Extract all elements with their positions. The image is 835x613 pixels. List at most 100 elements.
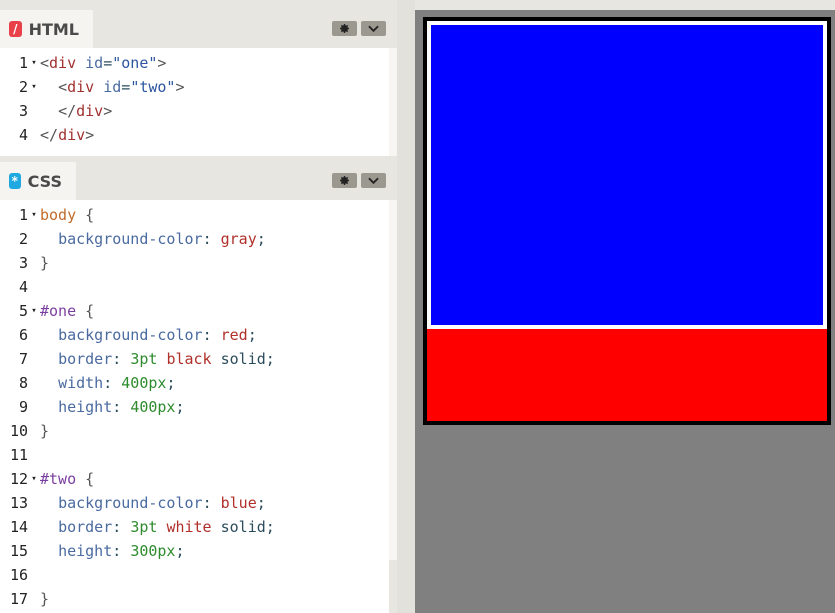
code-line[interactable]: 11 <box>0 443 389 467</box>
code-text: background-color: blue; <box>40 491 266 515</box>
gear-icon <box>340 24 349 33</box>
code-line[interactable]: 14 border: 3pt white solid; <box>0 515 389 539</box>
line-number: 8 <box>18 374 28 392</box>
gear-icon <box>340 176 349 185</box>
line-number: 6 <box>18 326 28 344</box>
code-line[interactable]: 6 background-color: red; <box>0 323 389 347</box>
code-token: background-color <box>58 326 203 344</box>
css-code-editor[interactable]: 1 ▾ body {2 background-color: gray; 3} 4 5 ▾ #o… <box>0 200 389 613</box>
code-token: ; <box>175 398 185 416</box>
line-number: 13 <box>9 494 28 512</box>
code-token: solid; <box>211 350 275 368</box>
code-token: width <box>58 374 104 392</box>
code-token: solid; <box>211 518 275 536</box>
line-number: 7 <box>18 350 28 368</box>
code-token: id <box>85 54 104 72</box>
code-token: ; <box>247 326 257 344</box>
code-token: 400px <box>121 374 167 392</box>
code-text: height: 300px; <box>40 539 184 563</box>
code-line[interactable]: 13 background-color: blue; <box>0 491 389 515</box>
code-line[interactable]: 4 <box>0 275 389 299</box>
tab-html[interactable]: / HTML <box>0 10 93 48</box>
code-line[interactable]: 4 </div> <box>0 123 389 147</box>
line-number: 2 <box>18 230 28 248</box>
fold-arrow-icon[interactable]: ▾ <box>28 299 40 323</box>
css-panel: * CSS 1 ▾ body {2 background-color: gray; 3… <box>0 162 397 613</box>
css-tab-bar: * CSS <box>0 162 397 200</box>
code-line[interactable]: 5 ▾ #one { <box>0 299 389 323</box>
css-scrollbar[interactable] <box>389 200 397 560</box>
code-line[interactable]: 1 ▾ <div id="one"> <box>0 51 389 75</box>
preview-div-two <box>431 25 823 325</box>
html-scrollbar[interactable] <box>389 48 397 156</box>
chevron-down-icon <box>368 177 379 184</box>
fold-arrow-icon[interactable]: ▾ <box>28 203 40 227</box>
code-text: height: 400px; <box>40 395 185 419</box>
code-token: { <box>85 470 95 488</box>
code-token: > <box>103 102 113 120</box>
css-collapse-button[interactable] <box>361 173 386 188</box>
line-number: 3 <box>18 254 28 272</box>
html-tab-bar: / HTML <box>0 10 397 48</box>
code-token: : <box>202 230 221 248</box>
code-token: > <box>157 54 167 72</box>
html-settings-button[interactable] <box>332 21 357 36</box>
line-number: 17 <box>9 590 28 608</box>
code-line[interactable]: 12 ▾ #two { <box>0 467 389 491</box>
line-number: 9 <box>18 398 28 416</box>
code-line[interactable]: 15 height: 300px; <box>0 539 389 563</box>
tab-css[interactable]: * CSS <box>0 162 76 200</box>
code-line[interactable]: 17} <box>0 587 389 611</box>
code-line[interactable]: 2 background-color: gray; <box>0 227 389 251</box>
code-line[interactable]: 7 border: 3pt black solid; <box>0 347 389 371</box>
line-number: 1 <box>18 54 28 72</box>
line-number: 14 <box>9 518 28 536</box>
code-token: background-color <box>58 230 203 248</box>
code-token: div <box>67 78 95 96</box>
css-settings-button[interactable] <box>332 173 357 188</box>
code-token: height <box>58 542 113 560</box>
fold-arrow-icon[interactable]: ▾ <box>28 467 40 491</box>
code-token: </ <box>58 102 77 120</box>
code-line[interactable]: 1 ▾ body { <box>0 203 389 227</box>
code-line[interactable]: 16 <box>0 563 389 587</box>
html-collapse-button[interactable] <box>361 21 386 36</box>
code-line[interactable]: 3} <box>0 251 389 275</box>
line-number: 4 <box>18 126 28 144</box>
code-text: border: 3pt black solid; <box>40 347 275 371</box>
panel-divider[interactable] <box>397 0 415 613</box>
code-token: } <box>40 590 50 608</box>
code-text: } <box>40 419 49 443</box>
html-code-editor[interactable]: 1 ▾ <div id="one"> 2 ▾ <div id="two"> 3 </div… <box>0 48 389 156</box>
code-token: ; <box>256 494 266 512</box>
fold-arrow-icon[interactable]: ▾ <box>28 75 40 99</box>
fold-arrow-icon[interactable]: ▾ <box>28 51 40 75</box>
code-token: "one" <box>112 54 158 72</box>
code-line[interactable]: 3 </div> <box>0 99 389 123</box>
code-text: #two { <box>40 467 94 491</box>
tab-html-label: HTML <box>28 19 79 39</box>
code-line[interactable]: 2 ▾ <div id="two"> <box>0 75 389 99</box>
code-text: body { <box>40 203 94 227</box>
code-token: = <box>103 54 113 72</box>
code-line[interactable]: 9 height: 400px; <box>0 395 389 419</box>
code-token: gray <box>220 230 257 248</box>
code-line[interactable]: 8 width: 400px; <box>0 371 389 395</box>
line-number: 11 <box>9 446 28 464</box>
code-token: "two" <box>130 78 176 96</box>
code-text: </div> <box>40 123 94 147</box>
code-token: } <box>40 254 50 272</box>
code-text: <div id="two"> <box>40 75 184 99</box>
code-token: white <box>166 518 212 536</box>
editor-column: / HTML 1 ▾ <div id="one"> 2 ▾ <div id="two">… <box>0 0 397 613</box>
code-line[interactable]: 10} <box>0 419 389 443</box>
